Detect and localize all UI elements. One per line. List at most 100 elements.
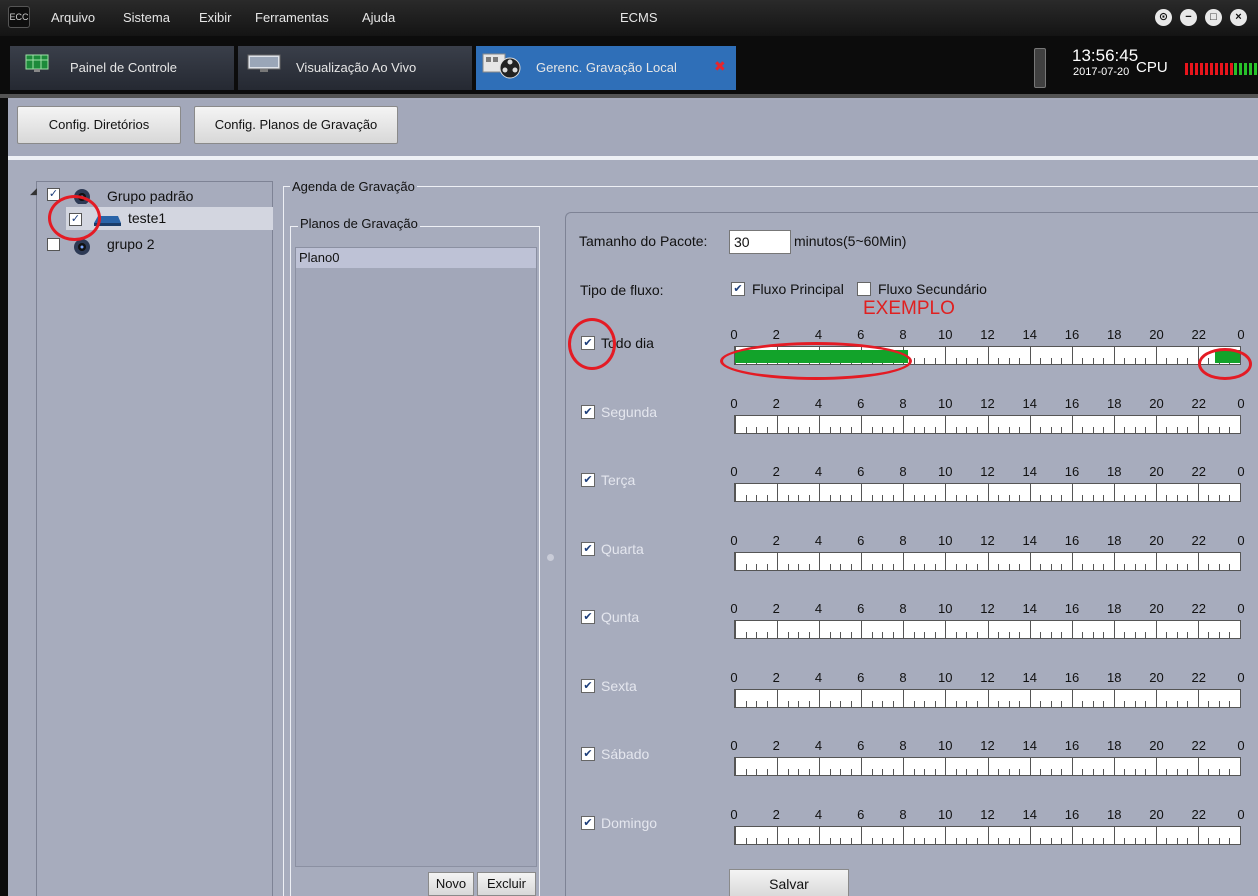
hour-tick-label: 14 xyxy=(1022,807,1037,822)
day-label: Sábado xyxy=(601,746,650,762)
save-button[interactable]: Salvar xyxy=(729,869,849,896)
hour-tick-label: 0 xyxy=(730,464,738,479)
hour-tick-label: 4 xyxy=(814,464,823,479)
timeline-bar[interactable] xyxy=(734,757,1241,776)
cpu-meter-idle xyxy=(1234,63,1258,75)
hour-tick-label: 6 xyxy=(857,533,865,548)
menu-exibir[interactable]: Exibir xyxy=(199,10,232,25)
day-checkbox[interactable]: ✔ xyxy=(581,679,595,693)
timeline-bar[interactable] xyxy=(734,552,1241,571)
hour-tick-label: 4 xyxy=(814,396,823,411)
hour-tick-label: 4 xyxy=(814,533,823,548)
timeline-bar[interactable] xyxy=(734,689,1241,708)
maximize-icon[interactable]: □ xyxy=(1205,9,1222,26)
app-logo: ECC xyxy=(8,6,30,28)
tree-item-grupo-2[interactable]: grupo 2 xyxy=(107,236,154,252)
hour-tick-label: 8 xyxy=(899,670,907,685)
stream-main-checkbox[interactable]: ✔ xyxy=(731,282,745,296)
timeline-bar[interactable] xyxy=(734,826,1241,845)
hour-tick-label: 22 xyxy=(1191,601,1206,616)
packet-size-label: Tamanho do Pacote: xyxy=(579,233,708,249)
hour-tick-label: 0 xyxy=(730,327,738,342)
timeline-bar[interactable] xyxy=(734,620,1241,639)
device-tree xyxy=(36,181,273,896)
dashboard-icon xyxy=(25,54,49,72)
hour-tick-label: 20 xyxy=(1149,396,1164,411)
day-checkbox[interactable]: ✔ xyxy=(581,816,595,830)
tab-close-icon[interactable]: ✖ xyxy=(714,58,726,75)
day-label: Sexta xyxy=(601,678,637,694)
monitor-icon xyxy=(247,54,281,72)
stream-sub-label[interactable]: Fluxo Secundário xyxy=(878,281,987,297)
novo-button[interactable]: Novo xyxy=(428,872,474,896)
splitter-handle[interactable] xyxy=(547,554,554,561)
hour-tick-label: 22 xyxy=(1191,533,1206,548)
day-timeline[interactable]: 0 2 4 6 8 10 12 14 16 18 20 22 0 xyxy=(730,601,1245,641)
day-timeline[interactable]: 0 2 4 6 8 10 12 14 16 18 20 22 0 xyxy=(730,396,1245,436)
day-timeline[interactable]: 0 2 4 6 8 10 12 14 16 18 20 22 0 xyxy=(730,464,1245,504)
config-planos-button[interactable]: Config. Planos de Gravação xyxy=(194,106,398,144)
hour-tick-label: 2 xyxy=(772,327,780,342)
hour-tick-label: 12 xyxy=(980,396,995,411)
excluir-button[interactable]: Excluir xyxy=(477,872,536,896)
hour-tick-label: 8 xyxy=(899,601,907,616)
hour-tick-label: 0 xyxy=(730,396,738,411)
hour-tick-label: 6 xyxy=(857,464,865,479)
hour-tick-label: 4 xyxy=(814,601,823,616)
menu-ferramentas[interactable]: Ferramentas xyxy=(255,10,329,25)
hour-tick-label: 20 xyxy=(1149,807,1164,822)
hour-tick-label: 8 xyxy=(899,738,907,753)
close-icon[interactable]: × xyxy=(1230,9,1247,26)
day-checkbox[interactable]: ✔ xyxy=(581,473,595,487)
expander-icon[interactable]: ◢ xyxy=(30,186,37,197)
tab-visualizacao-ao-vivo[interactable]: Visualização Ao Vivo xyxy=(238,46,472,90)
hour-tick-label: 10 xyxy=(938,327,953,342)
menu-arquivo[interactable]: Arquivo xyxy=(51,10,95,25)
hour-tick-label: 0 xyxy=(1237,396,1245,411)
hour-tick-label: 10 xyxy=(938,533,953,548)
hour-tick-label: 6 xyxy=(857,327,865,342)
day-checkbox[interactable]: ✔ xyxy=(581,405,595,419)
hour-tick-label: 10 xyxy=(938,670,953,685)
menu-sistema[interactable]: Sistema xyxy=(123,10,170,25)
day-timeline[interactable]: 0 2 4 6 8 10 12 14 16 18 20 22 0 xyxy=(730,807,1245,847)
packet-size-input[interactable]: 30 xyxy=(729,230,791,254)
hour-tick-label: 18 xyxy=(1107,807,1122,822)
plans-list[interactable] xyxy=(295,247,537,867)
hour-tick-label: 0 xyxy=(730,533,738,548)
example-annotation: EXEMPLO xyxy=(863,298,955,319)
tab-label: Visualização Ao Vivo xyxy=(296,60,417,75)
hour-tick-label: 10 xyxy=(938,738,953,753)
hour-tick-label: 18 xyxy=(1107,327,1122,342)
hour-tick-label: 0 xyxy=(1237,327,1245,342)
day-timeline[interactable]: 0 2 4 6 8 10 12 14 16 18 20 22 0 xyxy=(730,533,1245,573)
timeline-bar[interactable] xyxy=(734,483,1241,502)
plan-item[interactable]: Plano0 xyxy=(296,248,536,268)
checkbox-grupo-2[interactable] xyxy=(47,238,60,251)
hour-tick-label: 4 xyxy=(814,738,823,753)
day-timeline[interactable]: 0 2 4 6 8 10 12 14 16 18 20 22 0 xyxy=(730,738,1245,778)
timeline-bar[interactable] xyxy=(734,415,1241,434)
day-checkbox[interactable]: ✔ xyxy=(581,747,595,761)
hour-tick-label: 20 xyxy=(1149,738,1164,753)
day-checkbox[interactable]: ✔ xyxy=(581,542,595,556)
hour-tick-label: 4 xyxy=(814,670,823,685)
tree-item-teste1[interactable]: teste1 xyxy=(128,210,166,226)
tab-gerenc-gravacao-local[interactable]: Gerenc. Gravação Local ✖ xyxy=(476,46,736,90)
config-diretorios-button[interactable]: Config. Diretórios xyxy=(17,106,181,144)
clock-time: 13:56:45 xyxy=(1072,46,1139,65)
menu-ajuda[interactable]: Ajuda xyxy=(362,10,395,25)
hour-tick-label: 6 xyxy=(857,807,865,822)
lock-icon[interactable]: ⊙ xyxy=(1155,9,1172,26)
day-timeline[interactable]: 0 2 4 6 8 10 12 14 16 18 20 22 0 xyxy=(730,670,1245,710)
minimize-icon[interactable]: − xyxy=(1180,9,1197,26)
tab-scroll-handle[interactable] xyxy=(1034,48,1046,88)
tab-painel-de-controle[interactable]: Painel de Controle xyxy=(10,46,234,90)
stream-main-label[interactable]: Fluxo Principal xyxy=(752,281,844,297)
tree-item-grupo-padrao[interactable]: Grupo padrão xyxy=(107,188,193,204)
day-checkbox[interactable]: ✔ xyxy=(581,610,595,624)
hour-tick-label: 16 xyxy=(1064,396,1080,411)
stream-sub-checkbox[interactable] xyxy=(857,282,871,296)
hour-tick-label: 2 xyxy=(772,601,780,616)
hour-tick-label: 16 xyxy=(1064,533,1080,548)
